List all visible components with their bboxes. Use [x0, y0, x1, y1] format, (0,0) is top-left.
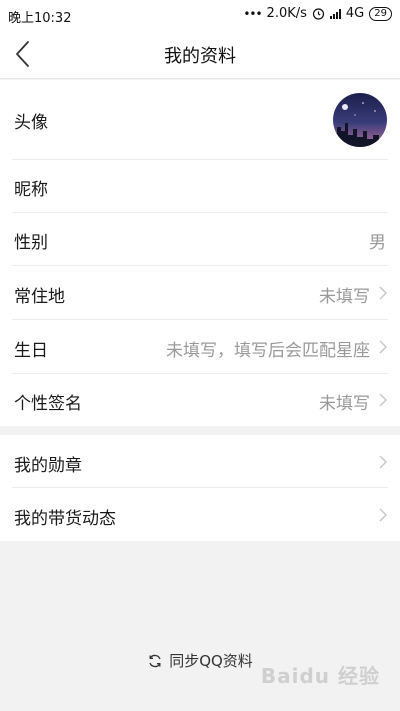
row-label: 头像 — [14, 113, 48, 133]
row-location[interactable]: 常住地 未填写 — [0, 266, 400, 319]
signature-value: 未填写 — [319, 394, 370, 414]
sync-icon — [149, 654, 161, 667]
birthday-value: 未填写，填写后会匹配星座 — [166, 341, 370, 361]
location-value: 未填写 — [319, 287, 370, 307]
row-gender[interactable]: 性别 男 — [0, 213, 400, 265]
signal-icon — [329, 8, 341, 19]
status-icons: ••• 2.0K/s 4G 29 — [243, 6, 392, 21]
network-type: 4G — [345, 6, 365, 21]
row-birthday[interactable]: 生日 未填写，填写后会匹配星座 — [0, 320, 400, 373]
row-label: 常住地 — [14, 287, 65, 307]
avatar[interactable] — [333, 93, 387, 147]
gender-value: 男 — [369, 233, 386, 253]
status-time: 晚上10:32 — [8, 11, 72, 26]
row-label: 生日 — [14, 341, 48, 361]
more-dots-icon: ••• — [243, 6, 262, 21]
network-speed: 2.0K/s — [266, 6, 307, 21]
row-goods-activity[interactable]: 我的带货动态 — [0, 488, 400, 541]
chevron-right-icon — [379, 286, 388, 300]
row-label: 性别 — [14, 233, 48, 253]
nav-bar: 我的资料 — [0, 30, 400, 79]
battery-icon: 29 — [369, 6, 392, 21]
row-label: 我的勋章 — [14, 456, 82, 476]
chevron-right-icon — [379, 393, 388, 407]
sync-label: 同步QQ资料 — [169, 652, 253, 670]
page-title: 我的资料 — [164, 46, 236, 67]
alarm-icon — [312, 8, 325, 20]
chevron-right-icon — [379, 455, 388, 469]
row-label: 我的带货动态 — [14, 509, 116, 529]
row-medals[interactable]: 我的勋章 — [0, 435, 400, 487]
watermark: Baidu 经验 — [260, 664, 380, 688]
row-label: 个性签名 — [14, 394, 82, 414]
status-bar: 晚上10:32 ••• 2.0K/s 4G 29 — [0, 0, 400, 30]
extra-section: 我的勋章 我的带货动态 — [0, 435, 400, 541]
row-nickname[interactable]: 昵称 — [0, 160, 400, 212]
row-signature[interactable]: 个性签名 未填写 — [0, 374, 400, 426]
avatar-image — [333, 93, 387, 147]
chevron-right-icon — [379, 340, 388, 354]
profile-section: 头像 昵称 性别 男 常住地 未填写 生日 未填写，填写后会匹配星座 个性签名 … — [0, 80, 400, 426]
row-avatar[interactable]: 头像 — [0, 80, 400, 159]
chevron-right-icon — [379, 508, 388, 522]
row-label: 昵称 — [14, 180, 48, 200]
